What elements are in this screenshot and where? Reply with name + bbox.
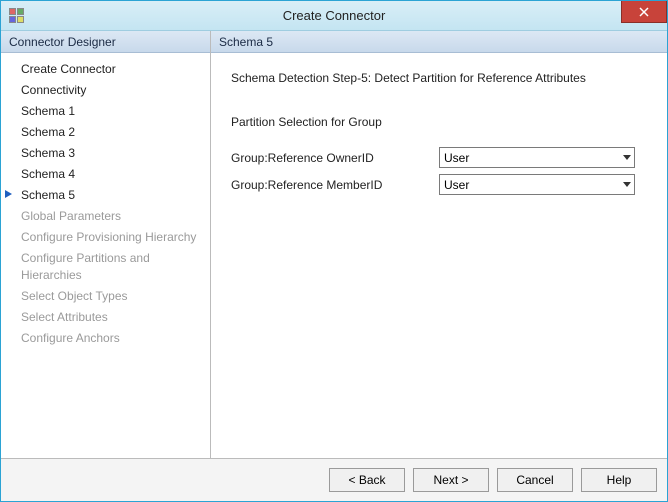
select-wrap-owner-id: User [439,147,635,168]
content-body: Schema Detection Step-5: Detect Partitio… [211,53,667,458]
nav-select-attributes: Select Attributes [1,307,210,328]
create-connector-window: Create Connector Connector Designer Crea… [0,0,668,502]
close-icon [639,7,649,17]
nav-schema-5[interactable]: Schema 5 [1,185,210,206]
nav-configure-anchors: Configure Anchors [1,328,210,349]
select-wrap-member-id: User [439,174,635,195]
footer: < Back Next > Cancel Help [1,459,667,501]
nav-partitions-hierarchies: Configure Partitions and Hierarchies [1,248,210,286]
help-button[interactable]: Help [581,468,657,492]
nav-select-object-types: Select Object Types [1,286,210,307]
select-member-id[interactable]: User [439,174,635,195]
nav-schema-2[interactable]: Schema 2 [1,122,210,143]
sidebar-nav: Create Connector Connectivity Schema 1 S… [1,53,210,458]
content-header: Schema 5 [211,31,667,53]
cancel-button[interactable]: Cancel [497,468,573,492]
titlebar: Create Connector [1,1,667,31]
nav-global-parameters: Global Parameters [1,206,210,227]
sidebar-header: Connector Designer [1,31,210,53]
label-member-id: Group:Reference MemberID [231,178,439,192]
app-icon [9,8,25,24]
back-button[interactable]: < Back [329,468,405,492]
nav-schema-3[interactable]: Schema 3 [1,143,210,164]
label-owner-id: Group:Reference OwnerID [231,151,439,165]
row-owner-id: Group:Reference OwnerID User [231,147,647,168]
close-button[interactable] [621,1,667,23]
next-button[interactable]: Next > [413,468,489,492]
content-pane: Schema 5 Schema Detection Step-5: Detect… [211,31,667,458]
nav-provisioning-hierarchy: Configure Provisioning Hierarchy [1,227,210,248]
panes: Connector Designer Create Connector Conn… [1,31,667,459]
nav-schema-4[interactable]: Schema 4 [1,164,210,185]
section-title: Partition Selection for Group [231,115,647,129]
nav-connectivity[interactable]: Connectivity [1,80,210,101]
window-title: Create Connector [1,8,667,23]
sidebar: Connector Designer Create Connector Conn… [1,31,211,458]
step-title: Schema Detection Step-5: Detect Partitio… [231,71,647,85]
row-member-id: Group:Reference MemberID User [231,174,647,195]
nav-schema-1[interactable]: Schema 1 [1,101,210,122]
nav-create-connector[interactable]: Create Connector [1,59,210,80]
wizard-body: Connector Designer Create Connector Conn… [1,31,667,501]
select-owner-id[interactable]: User [439,147,635,168]
